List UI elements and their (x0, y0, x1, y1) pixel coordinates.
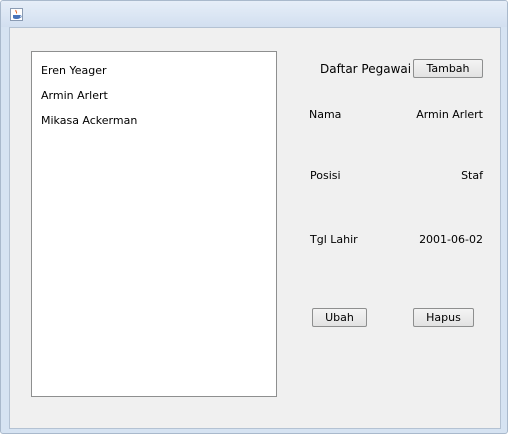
posisi-label: Posisi (310, 169, 341, 182)
nama-label: Nama (309, 108, 342, 121)
list-item[interactable]: Eren Yeager (41, 63, 107, 79)
list-item[interactable]: Mikasa Ackerman (41, 113, 137, 129)
add-button[interactable]: Tambah (413, 59, 483, 78)
title-bar (1, 1, 507, 27)
employee-list[interactable]: Eren Yeager Armin Arlert Mikasa Ackerman (31, 51, 277, 397)
edit-button[interactable]: Ubah (312, 308, 367, 327)
tgl-lahir-value: 2001-06-02 (419, 233, 483, 246)
list-item[interactable]: Armin Arlert (41, 88, 108, 104)
tgl-lahir-label: Tgl Lahir (310, 233, 358, 246)
content-panel: Eren Yeager Armin Arlert Mikasa Ackerman… (9, 27, 501, 429)
nama-value: Armin Arlert (416, 108, 483, 121)
app-window: Eren Yeager Armin Arlert Mikasa Ackerman… (0, 0, 508, 434)
delete-button[interactable]: Hapus (413, 308, 474, 327)
posisi-value: Staf (461, 169, 483, 182)
java-icon (10, 8, 23, 21)
page-title: Daftar Pegawai (320, 62, 412, 76)
